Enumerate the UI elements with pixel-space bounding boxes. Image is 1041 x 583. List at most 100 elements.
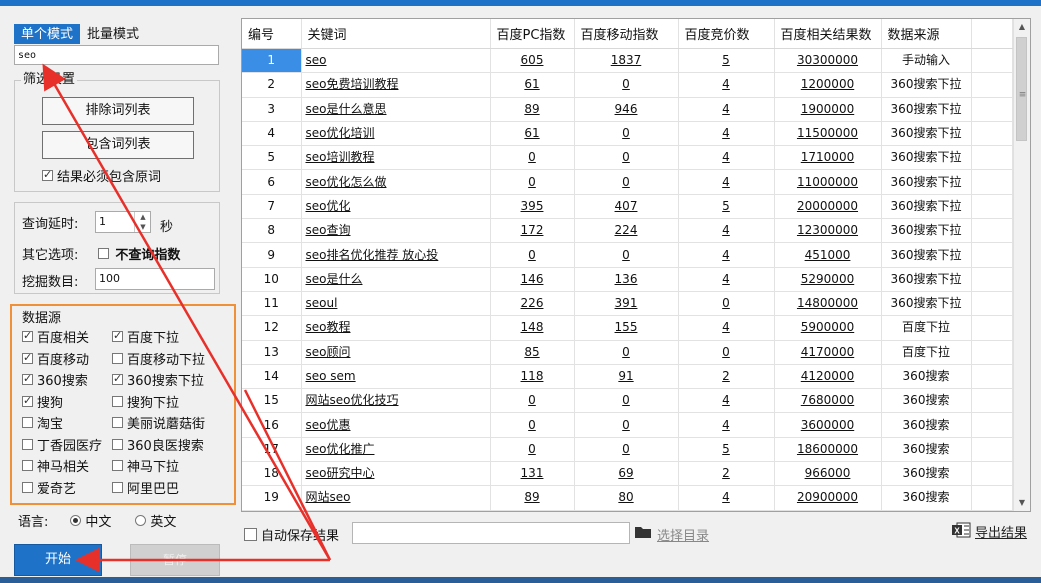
row-mobile-index[interactable]: 0 bbox=[574, 72, 679, 98]
row-result-count[interactable]: 11500000 bbox=[774, 121, 882, 147]
pause-button[interactable]: 暂停 bbox=[130, 544, 220, 576]
keyword-input[interactable]: seo bbox=[14, 45, 219, 65]
table-row[interactable]: 13 seo顾问 85 0 0 4170000 百度下拉 bbox=[242, 340, 1013, 365]
table-row[interactable]: 3 seo是什么意思 89 946 4 1900000 360搜索下拉 bbox=[242, 97, 1013, 122]
row-result-count[interactable]: 5290000 bbox=[774, 267, 882, 292]
column-header[interactable]: 百度PC指数 bbox=[490, 19, 575, 49]
row-bid-count[interactable]: 4 bbox=[678, 242, 775, 268]
table-row[interactable]: 1 seo 605 1837 5 30300000 手动输入 bbox=[242, 48, 1013, 74]
table-row[interactable]: 12 seo教程 148 155 4 5900000 百度下拉 bbox=[242, 315, 1013, 341]
row-keyword[interactable]: seo是什么 bbox=[301, 267, 491, 292]
row-keyword[interactable]: seo查询 bbox=[301, 218, 491, 244]
row-pc-index[interactable]: 146 bbox=[490, 267, 575, 292]
datasource-checkbox[interactable] bbox=[22, 481, 33, 493]
row-mobile-index[interactable]: 91 bbox=[574, 364, 679, 390]
auto-save-checkbox[interactable] bbox=[244, 528, 257, 541]
row-mobile-index[interactable]: 0 bbox=[574, 340, 679, 365]
row-bid-count[interactable]: 4 bbox=[678, 97, 775, 122]
row-pc-index[interactable]: 61 bbox=[490, 121, 575, 147]
row-keyword[interactable]: seo优化培训 bbox=[301, 121, 491, 147]
language-english-radio[interactable] bbox=[135, 515, 147, 526]
datasource-item[interactable]: 百度相关 bbox=[22, 327, 89, 346]
row-mobile-index[interactable]: 0 bbox=[574, 388, 679, 414]
datasource-checkbox[interactable] bbox=[112, 372, 123, 385]
datasource-item[interactable]: 美丽说蘑菇街 bbox=[112, 413, 205, 432]
datasource-checkbox[interactable] bbox=[112, 417, 123, 428]
count-input[interactable]: 100 bbox=[95, 268, 215, 290]
datasource-item[interactable]: 搜狗 bbox=[22, 392, 63, 411]
row-keyword[interactable]: 网站seo优化技巧 bbox=[301, 388, 491, 414]
row-result-count[interactable]: 451000 bbox=[774, 242, 882, 268]
row-bid-count[interactable]: 2 bbox=[678, 364, 775, 390]
datasource-item[interactable]: 丁香园医疗 bbox=[22, 435, 102, 454]
row-pc-index[interactable]: 0 bbox=[490, 437, 575, 463]
row-pc-index[interactable]: 61 bbox=[490, 72, 575, 98]
row-pc-index[interactable]: 89 bbox=[490, 97, 575, 122]
folder-icon[interactable] bbox=[634, 525, 652, 539]
row-bid-count[interactable]: 4 bbox=[678, 72, 775, 98]
row-bid-count[interactable]: 4 bbox=[678, 412, 775, 438]
row-bid-count[interactable]: 4 bbox=[678, 145, 775, 171]
row-pc-index[interactable]: 226 bbox=[490, 291, 575, 317]
row-result-count[interactable]: 20900000 bbox=[774, 485, 882, 511]
datasource-item[interactable]: 神马相关 bbox=[22, 456, 89, 475]
column-header[interactable]: 百度相关结果数 bbox=[774, 19, 882, 49]
column-header[interactable]: 关键词 bbox=[301, 19, 491, 49]
delay-spinner[interactable]: ▲ ▼ bbox=[134, 212, 151, 232]
row-bid-count[interactable]: 5 bbox=[678, 194, 775, 220]
table-scrollbar[interactable]: ▲ ≡ ▼ bbox=[1013, 19, 1030, 511]
column-header[interactable]: 百度竞价数 bbox=[678, 19, 775, 49]
row-mobile-index[interactable]: 1837 bbox=[574, 48, 679, 74]
row-bid-count[interactable]: 4 bbox=[678, 485, 775, 511]
row-result-count[interactable]: 3600000 bbox=[774, 412, 882, 438]
datasource-item[interactable]: 搜狗下拉 bbox=[112, 392, 179, 411]
row-bid-count[interactable]: 4 bbox=[678, 218, 775, 244]
row-keyword[interactable]: seo免费培训教程 bbox=[301, 72, 491, 98]
row-pc-index[interactable]: 85 bbox=[490, 340, 575, 365]
row-result-count[interactable]: 5900000 bbox=[774, 315, 882, 341]
table-row[interactable]: 8 seo查询 172 224 4 12300000 360搜索下拉 bbox=[242, 218, 1013, 244]
table-row[interactable]: 9 seo排名优化推荐 放心投 0 0 4 451000 360搜索下拉 bbox=[242, 242, 1013, 268]
row-bid-count[interactable]: 4 bbox=[678, 169, 775, 195]
row-result-count[interactable]: 1900000 bbox=[774, 97, 882, 122]
row-result-count[interactable]: 1200000 bbox=[774, 72, 882, 98]
table-row[interactable]: 18 seo研究中心 131 69 2 966000 360搜索 bbox=[242, 461, 1013, 487]
row-mobile-index[interactable]: 136 bbox=[574, 267, 679, 292]
row-pc-index[interactable]: 148 bbox=[490, 315, 575, 341]
row-mobile-index[interactable]: 0 bbox=[574, 242, 679, 268]
row-pc-index[interactable]: 89 bbox=[490, 485, 575, 511]
row-mobile-index[interactable]: 946 bbox=[574, 97, 679, 122]
row-result-count[interactable]: 14800000 bbox=[774, 291, 882, 317]
row-bid-count[interactable]: 4 bbox=[678, 388, 775, 414]
auto-save-row[interactable]: 自动保存结果 bbox=[244, 525, 339, 544]
table-row[interactable]: 15 网站seo优化技巧 0 0 4 7680000 360搜索 bbox=[242, 388, 1013, 414]
table-row[interactable]: 4 seo优化培训 61 0 4 11500000 360搜索下拉 bbox=[242, 121, 1013, 147]
row-keyword[interactable]: seo培训教程 bbox=[301, 145, 491, 171]
row-mobile-index[interactable]: 80 bbox=[574, 485, 679, 511]
row-mobile-index[interactable]: 391 bbox=[574, 291, 679, 317]
row-pc-index[interactable]: 0 bbox=[490, 145, 575, 171]
datasource-checkbox[interactable] bbox=[112, 329, 123, 342]
row-keyword[interactable]: seo优化 bbox=[301, 194, 491, 220]
datasource-checkbox[interactable] bbox=[22, 329, 33, 342]
row-mobile-index[interactable]: 0 bbox=[574, 121, 679, 147]
row-keyword[interactable]: 网站seo bbox=[301, 485, 491, 511]
row-bid-count[interactable]: 4 bbox=[678, 315, 775, 341]
row-bid-count[interactable]: 5 bbox=[678, 48, 775, 74]
datasource-item[interactable]: 淘宝 bbox=[22, 413, 63, 432]
row-bid-count[interactable]: 4 bbox=[678, 267, 775, 292]
column-header[interactable]: 百度移动指数 bbox=[574, 19, 679, 49]
scroll-up-icon[interactable]: ▲ bbox=[1014, 19, 1030, 35]
datasource-item[interactable]: 360良医搜索 bbox=[112, 435, 204, 454]
table-row[interactable]: 16 seo优惠 0 0 4 3600000 360搜索 bbox=[242, 412, 1013, 438]
row-mobile-index[interactable]: 0 bbox=[574, 437, 679, 463]
table-row[interactable]: 14 seo sem 118 91 2 4120000 360搜索 bbox=[242, 364, 1013, 390]
must-contain-checkbox[interactable] bbox=[42, 168, 53, 181]
start-button[interactable]: 开始 bbox=[14, 544, 102, 576]
datasource-checkbox[interactable] bbox=[22, 417, 33, 428]
export-results-link[interactable]: 导出结果 bbox=[975, 522, 1027, 541]
row-mobile-index[interactable]: 0 bbox=[574, 145, 679, 171]
row-result-count[interactable]: 1710000 bbox=[774, 145, 882, 171]
row-pc-index[interactable]: 0 bbox=[490, 412, 575, 438]
tab-batch-mode[interactable]: 批量模式 bbox=[80, 24, 146, 44]
